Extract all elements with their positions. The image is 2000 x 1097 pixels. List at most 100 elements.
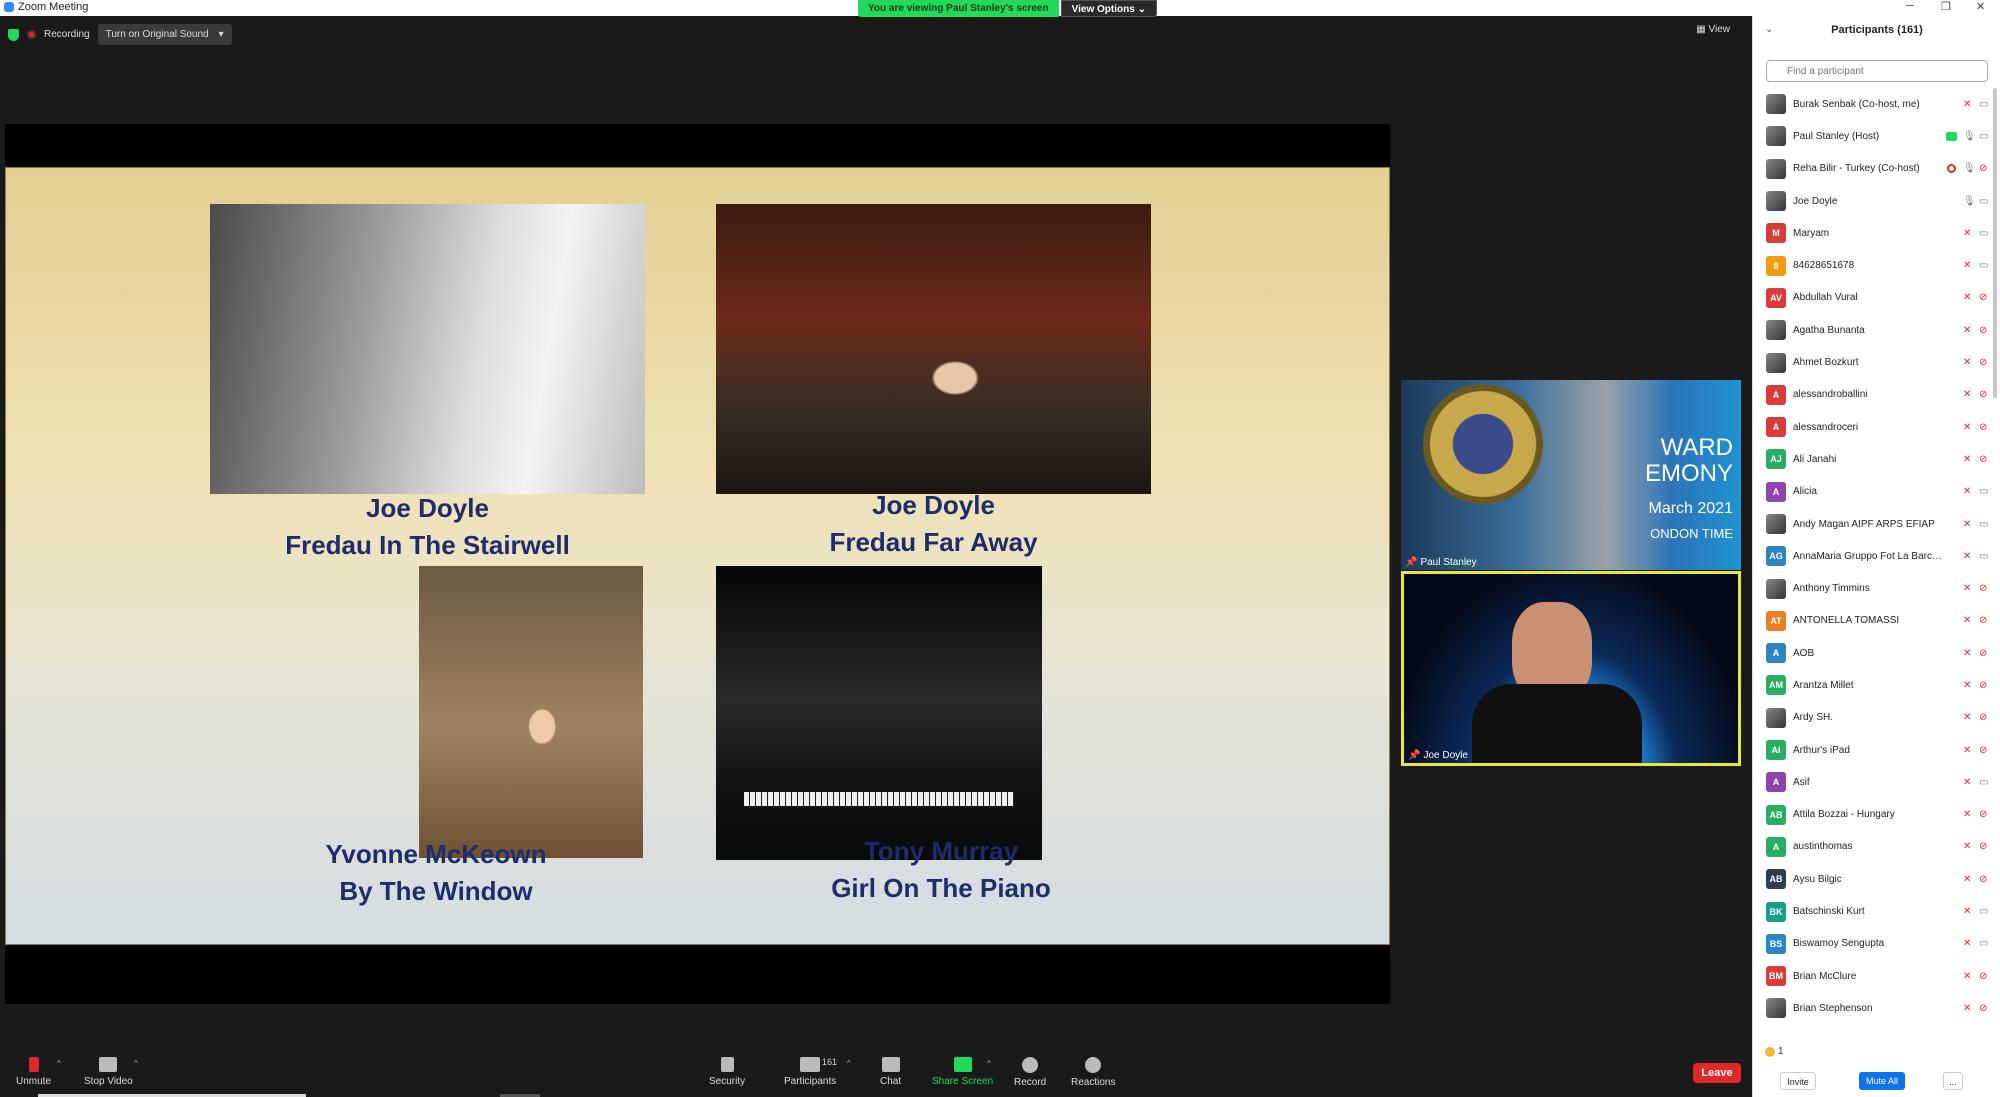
unmute-button[interactable]: Unmute [16,1057,51,1087]
video-camera-icon[interactable]: ▭ [1979,131,1988,142]
muted-microphone-icon[interactable]: ✕ [1963,292,1971,303]
more-button[interactable]: ... [1943,1072,1963,1090]
video-off-icon[interactable]: ⊘ [1979,615,1987,626]
participant-search-input[interactable] [1766,60,1988,82]
muted-microphone-icon[interactable]: ✕ [1963,260,1971,271]
microphone-icon[interactable]: 🎙 [1963,196,1976,207]
participant-row[interactable]: BS Biswamoy Sengupta ✕ ▭ [1753,928,1997,960]
view-button[interactable]: ▦ View [1696,24,1730,35]
muted-microphone-icon[interactable]: ✕ [1963,1003,1971,1014]
video-off-icon[interactable]: ⊘ [1979,454,1987,465]
participant-row[interactable]: Paul Stanley (Host) 🎙 ▭ [1753,120,1997,152]
stop-video-button[interactable]: Stop Video [84,1057,133,1087]
muted-microphone-icon[interactable]: ✕ [1963,648,1971,659]
participant-row[interactable]: A Asif ✕ ▭ [1753,766,1997,798]
close-icon[interactable]: ✕ [1976,0,1985,13]
participant-row[interactable]: AJ Ali Janahi ✕ ⊘ [1753,443,1997,475]
muted-microphone-icon[interactable]: ✕ [1963,551,1971,562]
minimize-icon[interactable]: ─ [1906,0,1914,12]
video-tile-paul-stanley[interactable]: WARD EMONY March 2021 ONDON TIME 📌 Paul S… [1401,380,1741,570]
participant-row[interactable]: BK Batschinski Kurt ✕ ▭ [1753,895,1997,927]
chevron-down-icon[interactable]: ▾ [219,29,224,40]
participant-row[interactable]: Aalessandroceri ✕ ⊘ [1753,411,1997,443]
video-off-icon[interactable]: ⊘ [1979,1003,1987,1014]
participant-row[interactable]: AT ANTONELLA TOMASSI ✕ ⊘ [1753,605,1997,637]
invite-button[interactable]: Invite [1780,1072,1816,1090]
participant-list-scrollbar[interactable] [1993,88,1997,398]
video-off-icon[interactable]: ⊘ [1979,874,1987,885]
muted-microphone-icon[interactable]: ✕ [1963,615,1971,626]
share-screen-button[interactable]: Share Screen [932,1057,993,1087]
participant-row[interactable]: Ardy SH. ✕ ⊘ [1753,702,1997,734]
participant-row[interactable]: Agatha Bunanta ✕ ⊘ [1753,314,1997,346]
participant-row[interactable]: Aaustinthomas ✕ ⊘ [1753,831,1997,863]
participant-row[interactable]: Burak Senbak (Co-host, me) ✕ ▭ [1753,88,1997,120]
participant-row[interactable]: BM Brian McClure ✕ ⊘ [1753,960,1997,992]
participant-row[interactable]: AB Aysu Bilgic ✕ ⊘ [1753,863,1997,895]
muted-microphone-icon[interactable]: ✕ [1963,938,1971,949]
muted-microphone-icon[interactable]: ✕ [1963,519,1971,530]
video-camera-icon[interactable]: ▭ [1979,486,1988,497]
video-tile-joe-doyle[interactable]: 📌 Joe Doyle [1401,571,1741,766]
participant-row[interactable]: AB Attila Bozzai - Hungary ✕ ⊘ [1753,799,1997,831]
video-off-icon[interactable]: ⊘ [1979,292,1987,303]
video-camera-icon[interactable]: ▭ [1979,196,1988,207]
video-camera-icon[interactable]: ▭ [1979,906,1988,917]
participant-row[interactable]: Ahmet Bozkurt ✕ ⊘ [1753,346,1997,378]
video-off-icon[interactable]: ⊘ [1979,325,1987,336]
participant-row[interactable]: AV Abdullah Vural ✕ ⊘ [1753,282,1997,314]
security-button[interactable]: Security [709,1057,745,1087]
participant-row[interactable]: A AOB ✕ ⊘ [1753,637,1997,669]
participant-row[interactable]: AM Arantza Millet ✕ ⊘ [1753,669,1997,701]
muted-microphone-icon[interactable]: ✕ [1963,712,1971,723]
muted-microphone-icon[interactable]: ✕ [1963,777,1971,788]
shared-screen[interactable]: Joe Doyle Fredau In The Stairwell Joe Doy… [5,124,1390,1004]
leave-button[interactable]: Leave [1693,1063,1741,1083]
muted-microphone-icon[interactable]: ✕ [1963,486,1971,497]
restore-icon[interactable]: ❐ [1941,0,1951,13]
muted-microphone-icon[interactable]: ✕ [1963,906,1971,917]
participant-row[interactable]: A Alicia ✕ ▭ [1753,476,1997,508]
participant-row[interactable]: Reha Bilir - Turkey (Co-host) 🎙 ⊘ [1753,153,1997,185]
share-options-caret[interactable]: ^ [987,1059,991,1068]
record-button[interactable]: Record [1014,1057,1046,1088]
video-camera-icon[interactable]: ▭ [1979,99,1988,110]
video-off-icon[interactable]: ⊘ [1979,389,1987,400]
muted-microphone-icon[interactable]: ✕ [1963,583,1971,594]
video-off-icon[interactable]: ⊘ [1979,583,1987,594]
video-off-icon[interactable]: ⊘ [1979,809,1987,820]
muted-microphone-icon[interactable]: ✕ [1963,422,1971,433]
reactions-button[interactable]: Reactions [1071,1057,1115,1088]
video-off-icon[interactable]: ⊘ [1979,712,1987,723]
participant-row[interactable]: 8 84628651678 ✕ ▭ [1753,249,1997,281]
view-options-button[interactable]: View Options ⌄ [1060,0,1157,17]
participant-row[interactable]: Anthony Timmins ✕ ⊘ [1753,572,1997,604]
mute-all-button[interactable]: Mute All [1859,1072,1905,1090]
participant-row[interactable]: Andy Magan AIPF ARPS EFIAP ✕ ▭ [1753,508,1997,540]
video-off-icon[interactable]: ⊘ [1979,648,1987,659]
video-off-icon[interactable]: ⊘ [1979,971,1987,982]
muted-microphone-icon[interactable]: ✕ [1963,99,1971,110]
video-camera-icon[interactable]: ▭ [1979,228,1988,239]
video-off-icon[interactable]: ⊘ [1979,357,1987,368]
video-camera-icon[interactable]: ▭ [1979,551,1988,562]
muted-microphone-icon[interactable]: ✕ [1963,841,1971,852]
chat-button[interactable]: Chat [880,1057,901,1087]
muted-microphone-icon[interactable]: ✕ [1963,228,1971,239]
participant-row[interactable]: AG AnnaMaria Gruppo Fot La Barch... ✕ ▭ [1753,540,1997,572]
participant-row[interactable]: AI Arthur's iPad ✕ ⊘ [1753,734,1997,766]
video-off-icon[interactable]: ⊘ [1979,163,1987,174]
microphone-icon[interactable]: 🎙 [1963,163,1976,174]
video-camera-icon[interactable]: ▭ [1979,519,1988,530]
participant-row[interactable]: Brian Stephenson ✕ ⊘ [1753,992,1997,1024]
muted-microphone-icon[interactable]: ✕ [1963,389,1971,400]
participant-row[interactable]: Aalessandroballini ✕ ⊘ [1753,379,1997,411]
muted-microphone-icon[interactable]: ✕ [1963,325,1971,336]
video-off-icon[interactable]: ⊘ [1979,841,1987,852]
muted-microphone-icon[interactable]: ✕ [1963,874,1971,885]
audio-options-caret[interactable]: ^ [57,1059,61,1068]
video-camera-icon[interactable]: ▭ [1979,777,1988,788]
muted-microphone-icon[interactable]: ✕ [1963,680,1971,691]
muted-microphone-icon[interactable]: ✕ [1963,745,1971,756]
participant-row[interactable]: M Maryam ✕ ▭ [1753,217,1997,249]
